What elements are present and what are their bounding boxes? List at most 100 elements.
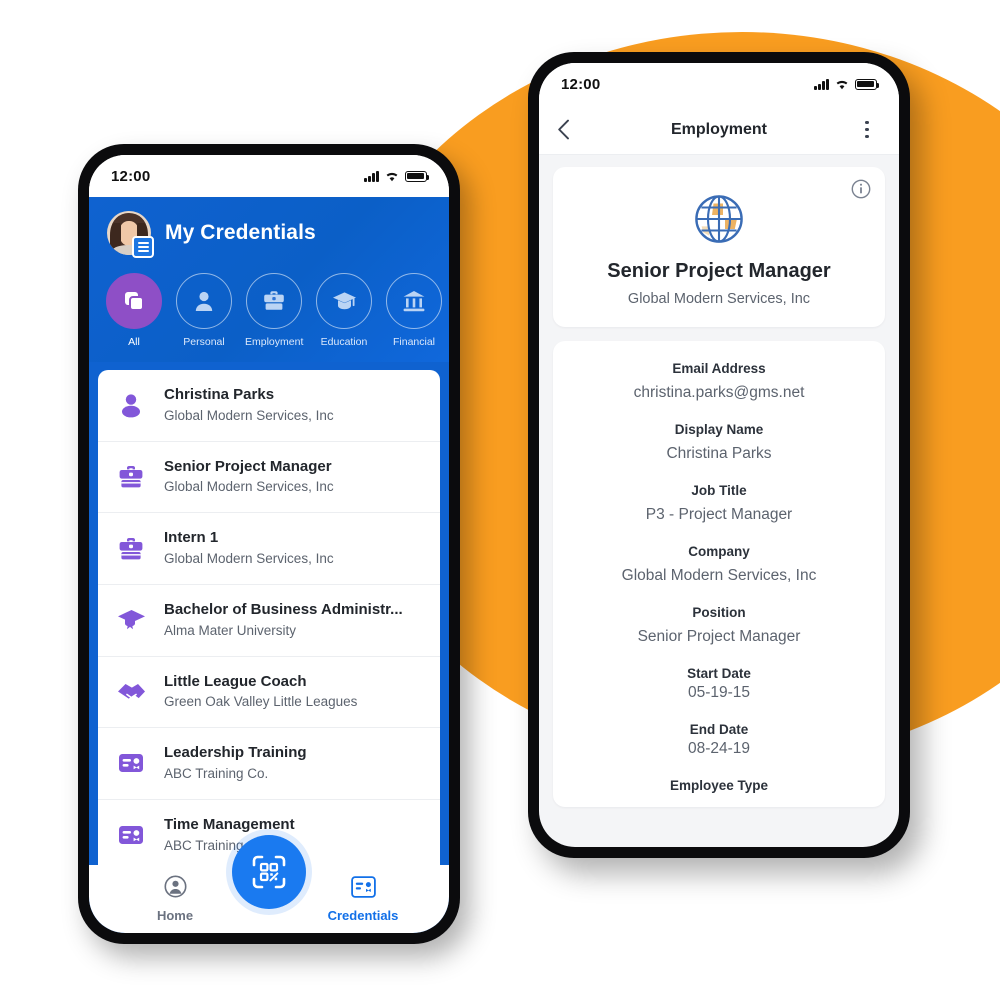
signal-icon	[364, 170, 379, 182]
tab-credentials-label: Credentials	[327, 907, 399, 923]
field-position: Position Senior Project Manager	[569, 605, 869, 646]
category-all[interactable]: All	[105, 273, 163, 348]
signal-icon	[814, 78, 829, 90]
globe-icon	[691, 191, 747, 247]
left-phone-device: 12:00 My Credentials All Personal Employ…	[78, 144, 460, 944]
copy-stack-icon	[106, 273, 162, 329]
info-icon[interactable]	[851, 179, 871, 199]
field-value: Global Modern Services, Inc	[621, 567, 817, 584]
field-label: Start Date	[687, 666, 751, 681]
list-item-title: Intern 1	[164, 529, 219, 547]
notch	[185, 155, 353, 181]
left-phone-screen: 12:00 My Credentials All Personal Employ…	[89, 155, 449, 933]
graduation-cap-icon	[316, 273, 372, 329]
detail-content: Senior Project Manager Global Modern Ser…	[539, 155, 899, 807]
briefcase-icon	[114, 462, 148, 492]
field-label: Employee Type	[669, 778, 769, 793]
list-item[interactable]: Christina Parks Global Modern Services, …	[98, 370, 440, 442]
person-icon	[114, 390, 148, 420]
app-bar-title: Employment	[670, 120, 767, 138]
list-item-title: Bachelor of Business Administr...	[164, 600, 403, 618]
field-value: Senior Project Manager	[637, 628, 801, 645]
category-filter-row[interactable]: All Personal Employment Education Financ…	[89, 271, 449, 352]
list-item[interactable]: Intern 1 Global Modern Services, Inc	[98, 513, 440, 585]
field-start-date: Start Date 05-19-15	[569, 666, 869, 702]
list-item-subtitle: Global Modern Services, Inc	[164, 479, 334, 495]
right-status-bar: 12:00	[539, 63, 899, 105]
list-item-subtitle: ABC Training Co.	[164, 765, 269, 781]
field-value: 08-24-19	[687, 740, 751, 757]
briefcase-icon	[246, 273, 302, 329]
tab-credentials[interactable]: Credentials	[317, 875, 409, 923]
field-label: Company	[688, 544, 750, 559]
field-email-address: Email Address christina.parks@gms.net	[569, 361, 869, 402]
status-time: 12:00	[561, 75, 601, 93]
list-item-subtitle: Global Modern Services, Inc	[164, 407, 334, 423]
briefcase-icon	[114, 534, 148, 564]
status-time: 12:00	[111, 167, 151, 185]
category-label: Employment	[245, 336, 304, 348]
category-label: Personal	[183, 336, 225, 348]
field-value: P3 - Project Manager	[645, 506, 793, 523]
field-label: Job Title	[691, 483, 747, 498]
page-title: My Credentials	[165, 221, 316, 244]
category-label: Financial	[392, 336, 436, 348]
list-item-title: Time Management	[164, 815, 295, 833]
list-item[interactable]: Little League Coach Green Oak Valley Lit…	[98, 657, 440, 729]
list-item-title: Leadership Training	[164, 744, 307, 762]
category-personal[interactable]: Personal	[175, 273, 233, 348]
handshake-icon	[114, 676, 148, 707]
field-label: Display Name	[674, 422, 764, 437]
right-phone-device: 12:00 Employment Senior Project Manager …	[528, 52, 910, 858]
field-label: End Date	[689, 722, 749, 737]
credentials-list: Christina Parks Global Modern Services, …	[98, 370, 440, 871]
summary-title: Senior Project Manager	[607, 260, 831, 282]
category-employment[interactable]: Employment	[245, 273, 303, 348]
summary-subtitle: Global Modern Services, Inc	[627, 291, 811, 307]
list-item-title: Little League Coach	[164, 672, 307, 690]
field-end-date: End Date 08-24-19	[569, 722, 869, 758]
list-item-title: Senior Project Manager	[164, 457, 332, 475]
summary-card: Senior Project Manager Global Modern Ser…	[553, 167, 885, 327]
status-icons	[364, 170, 430, 182]
credentials-header: My Credentials All Personal Employment E…	[89, 197, 449, 362]
tab-home-label: Home	[156, 908, 194, 923]
list-item-subtitle: Green Oak Valley Little Leagues	[164, 694, 358, 710]
list-item[interactable]: Senior Project Manager Global Modern Ser…	[98, 442, 440, 514]
field-value: 05-19-15	[687, 684, 751, 701]
battery-icon	[855, 78, 880, 90]
list-item[interactable]: Bachelor of Business Administr... Alma M…	[98, 585, 440, 657]
tab-home[interactable]: Home	[129, 875, 221, 923]
category-label: All	[128, 336, 140, 348]
field-value: christina.parks@gms.net	[633, 384, 805, 401]
app-bar: Employment	[539, 105, 899, 155]
status-icons	[814, 78, 880, 90]
field-value: Christina Parks	[666, 445, 772, 462]
bank-icon	[386, 273, 442, 329]
list-item[interactable]: Leadership Training ABC Training Co.	[98, 728, 440, 800]
field-display-name: Display Name Christina Parks	[569, 422, 869, 463]
id-card-icon	[350, 875, 376, 903]
field-job-title: Job Title P3 - Project Manager	[569, 483, 869, 524]
notch	[635, 63, 803, 89]
scene: 12:00 My Credentials All Personal Employ…	[0, 0, 1000, 1000]
wifi-icon	[385, 171, 399, 182]
list-item-subtitle: Alma Mater University	[164, 622, 297, 638]
right-phone-screen: 12:00 Employment Senior Project Manager …	[539, 63, 899, 847]
kebab-menu-icon[interactable]	[853, 120, 881, 139]
fields-card: Email Address christina.parks@gms.net Di…	[553, 341, 885, 807]
battery-icon	[405, 170, 430, 182]
category-education[interactable]: Education	[315, 273, 373, 348]
qr-scan-icon[interactable]	[232, 835, 306, 909]
field-label: Position	[692, 605, 746, 620]
list-item-title: Christina Parks	[164, 386, 275, 403]
category-financial[interactable]: Financial	[385, 273, 443, 348]
credential-badge-icon	[132, 236, 154, 258]
chevron-left-icon[interactable]	[557, 119, 585, 140]
id-card-icon	[114, 748, 148, 778]
person-icon	[176, 273, 232, 329]
category-label: Education	[320, 336, 368, 348]
field-company: Company Global Modern Services, Inc	[569, 544, 869, 585]
field-label: Email Address	[672, 361, 766, 376]
avatar[interactable]	[107, 211, 154, 258]
